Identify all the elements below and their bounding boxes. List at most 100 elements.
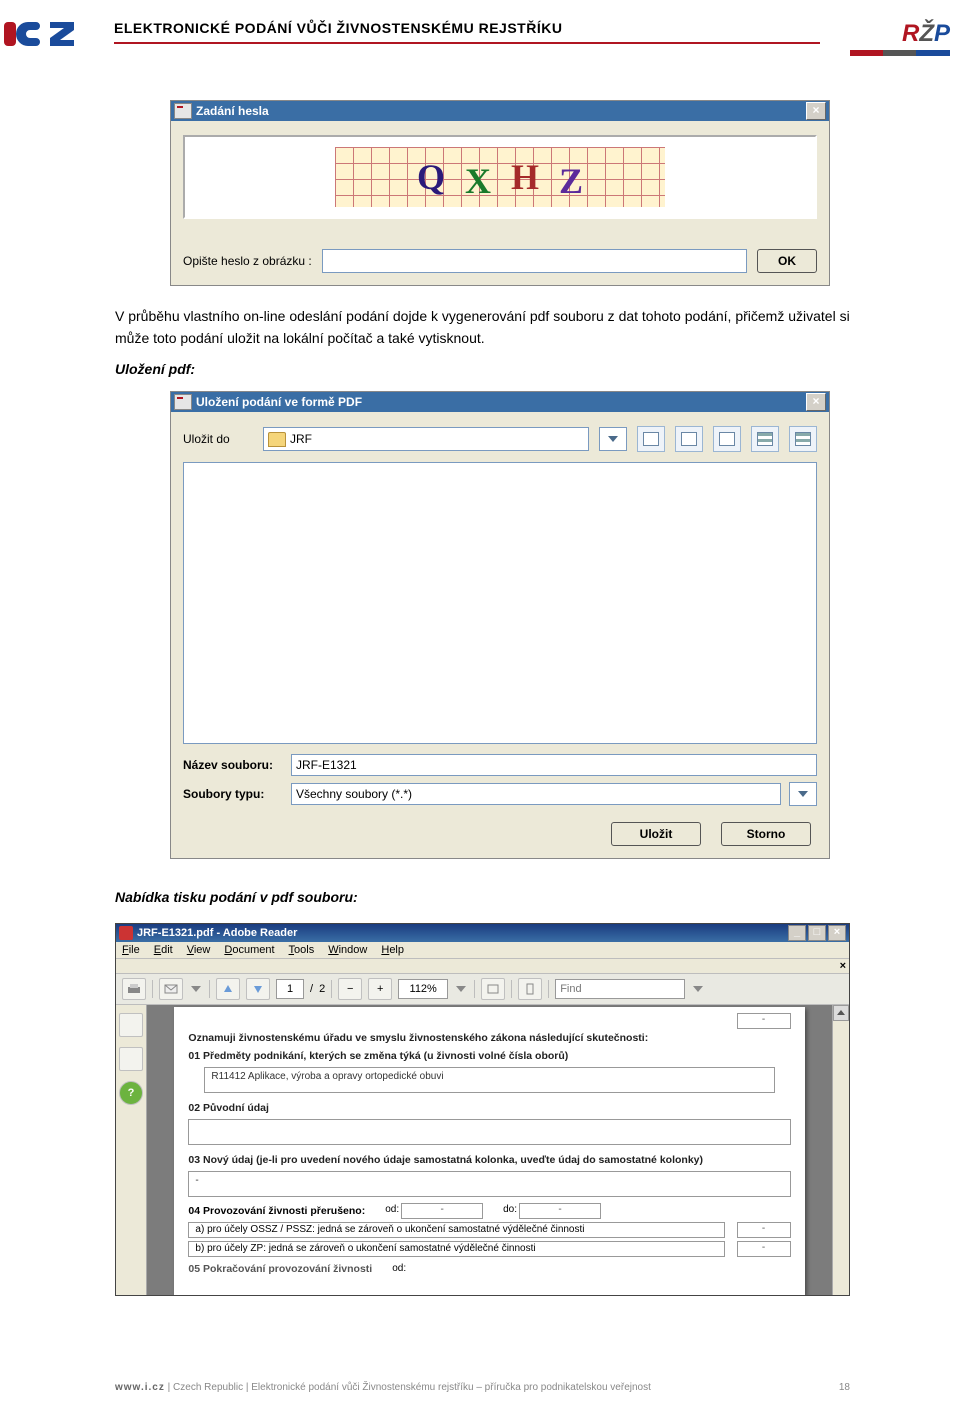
- paragraph-1: V průběhu vlastního on-line odeslání pod…: [115, 306, 850, 349]
- filetype-drop-button[interactable]: [789, 782, 817, 806]
- footer-left: www.i.cz | Czech Republic | Elektronické…: [115, 1382, 839, 1393]
- email-button[interactable]: [159, 978, 183, 1000]
- document-page: ELEKTRONICKÉ PODÁNÍ VŮČI ŽIVNOSTENSKÉMU …: [0, 0, 960, 1401]
- captcha-input[interactable]: [322, 249, 747, 273]
- app-icon: [174, 394, 192, 410]
- adobe-body: ? - Oznamuji živnostenskému úřadu ve smy…: [116, 1005, 849, 1295]
- folder-drop-button[interactable]: [599, 427, 627, 451]
- filename-input[interactable]: JRF-E1321: [291, 754, 817, 776]
- pages-panel-button[interactable]: [119, 1013, 143, 1037]
- captcha-glyph: H: [511, 156, 539, 198]
- prev-page-button[interactable]: [216, 978, 240, 1000]
- adobe-icon: [119, 926, 133, 940]
- captcha-body: Q X H Z Opište heslo z obrázku : OK: [171, 121, 829, 285]
- s05-od: od:: [392, 1263, 406, 1274]
- separator: [548, 980, 549, 998]
- up-level-button[interactable]: [637, 426, 665, 452]
- menu-document[interactable]: Document: [224, 944, 274, 956]
- footer-text: Czech Republic | Elektronické podání vůč…: [173, 1382, 651, 1393]
- heading-ulozeni-pdf: Uložení pdf:: [115, 359, 850, 381]
- mdi-close-button[interactable]: ×: [840, 960, 846, 972]
- help-button[interactable]: ?: [119, 1081, 143, 1105]
- close-icon[interactable]: ×: [806, 393, 826, 411]
- print-icon: [127, 983, 141, 995]
- s04-row: 04 Provozování živnosti přerušeno: od: -…: [174, 1203, 804, 1219]
- filetype-combo[interactable]: Všechny soubory (*.*): [291, 783, 781, 805]
- captcha-titlebar: Zadání hesla ×: [171, 101, 829, 121]
- app-icon: [174, 103, 192, 119]
- save-button[interactable]: Uložit: [611, 822, 701, 846]
- page-current-field[interactable]: 1: [276, 979, 304, 999]
- header-title: ELEKTRONICKÉ PODÁNÍ VŮČI ŽIVNOSTENSKÉMU …: [114, 20, 562, 36]
- footer-page-number: 18: [839, 1382, 850, 1393]
- menu-window[interactable]: Window: [328, 944, 367, 956]
- save-dialog: Uložení podání ve formě PDF × Uložit do …: [170, 391, 830, 859]
- filetype-label: Soubory typu:: [183, 787, 283, 801]
- adobe-toolbar: 1 / 2 − + 112% Find: [116, 974, 849, 1005]
- find-field[interactable]: Find: [555, 979, 685, 999]
- cancel-button[interactable]: Storno: [721, 822, 811, 846]
- fit-width-button[interactable]: [481, 978, 505, 1000]
- minimize-button[interactable]: _: [788, 925, 806, 941]
- mail-icon: [164, 983, 178, 995]
- email-drop[interactable]: [189, 979, 203, 999]
- file-list[interactable]: [183, 462, 817, 744]
- captcha-dialog-area: Zadání hesla × Q X H Z Opište heslo z ob…: [0, 80, 960, 296]
- body-text-1: V průběhu vlastního on-line odeslání pod…: [0, 296, 960, 385]
- adobe-reader-window: JRF-E1321.pdf - Adobe Reader _ □ × File …: [115, 923, 850, 1296]
- s02-label: 02 Původní údaj: [174, 1099, 804, 1117]
- footer-www: www.i.cz: [115, 1382, 165, 1393]
- od-box: -: [401, 1203, 483, 1219]
- find-drop[interactable]: [691, 979, 705, 999]
- folder-up-icon: [643, 432, 659, 446]
- save-to-label: Uložit do: [183, 432, 253, 446]
- next-page-button[interactable]: [246, 978, 270, 1000]
- maximize-button[interactable]: □: [808, 925, 826, 941]
- vertical-scrollbar[interactable]: [832, 1005, 849, 1295]
- arrow-up-icon: [837, 1010, 845, 1015]
- s04a-row: a) pro účely OSSZ / PSSZ: jedná se zárov…: [188, 1222, 790, 1238]
- filetype-value: Všechny soubory (*.*): [296, 784, 776, 804]
- attachments-panel-button[interactable]: [119, 1047, 143, 1071]
- document-content: - Oznamuji živnostenskému úřadu ve smysl…: [174, 1007, 804, 1295]
- zoom-in-button[interactable]: +: [368, 978, 392, 1000]
- captcha-input-row: Opište heslo z obrázku : OK: [183, 249, 817, 273]
- page-total: 2: [319, 983, 325, 995]
- menu-edit[interactable]: Edit: [154, 944, 173, 956]
- s04b-text: b) pro účely ZP: jedná se zároveň o ukon…: [188, 1241, 724, 1257]
- new-folder-icon: [719, 432, 735, 446]
- logo-rzp: RŽP: [850, 20, 950, 56]
- fit-page-button[interactable]: [518, 978, 542, 1000]
- ok-button[interactable]: OK: [757, 249, 817, 273]
- close-icon[interactable]: ×: [828, 925, 846, 941]
- menu-view[interactable]: View: [187, 944, 211, 956]
- heading-nabidka-tisku: Nabídka tisku podání v pdf souboru:: [115, 887, 850, 909]
- zoom-out-button[interactable]: −: [338, 978, 362, 1000]
- adobe-canvas[interactable]: - Oznamuji živnostenskému úřadu ve smysl…: [147, 1005, 832, 1295]
- new-folder-button[interactable]: [713, 426, 741, 452]
- menu-tools[interactable]: Tools: [289, 944, 315, 956]
- print-button[interactable]: [122, 978, 146, 1000]
- menu-help[interactable]: Help: [381, 944, 404, 956]
- home-button[interactable]: [675, 426, 703, 452]
- details-view-button[interactable]: [789, 426, 817, 452]
- list-icon: [757, 432, 773, 446]
- zoom-field[interactable]: 112%: [398, 979, 448, 999]
- body-text-2: Nabídka tisku podání v pdf souboru:: [0, 869, 960, 913]
- chevron-down-icon: [693, 986, 703, 992]
- scroll-up-button[interactable]: [833, 1005, 849, 1021]
- chevron-down-icon: [191, 986, 201, 992]
- page-sep: /: [310, 983, 313, 995]
- list-view-button[interactable]: [751, 426, 779, 452]
- fit-page-icon: [523, 983, 537, 995]
- zoom-drop[interactable]: [454, 979, 468, 999]
- s04-label: 04 Provozování živnosti přerušeno:: [188, 1205, 365, 1217]
- s03-label: 03 Nový údaj (je-li pro uvedení nového ú…: [174, 1151, 804, 1169]
- menu-file[interactable]: File: [122, 944, 140, 956]
- captcha-image: Q X H Z: [183, 135, 817, 219]
- s04-do: do: -: [503, 1203, 601, 1219]
- folder-combo[interactable]: JRF: [263, 427, 589, 451]
- close-icon[interactable]: ×: [806, 102, 826, 120]
- chevron-down-icon: [608, 436, 618, 442]
- do-label: do:: [503, 1204, 517, 1215]
